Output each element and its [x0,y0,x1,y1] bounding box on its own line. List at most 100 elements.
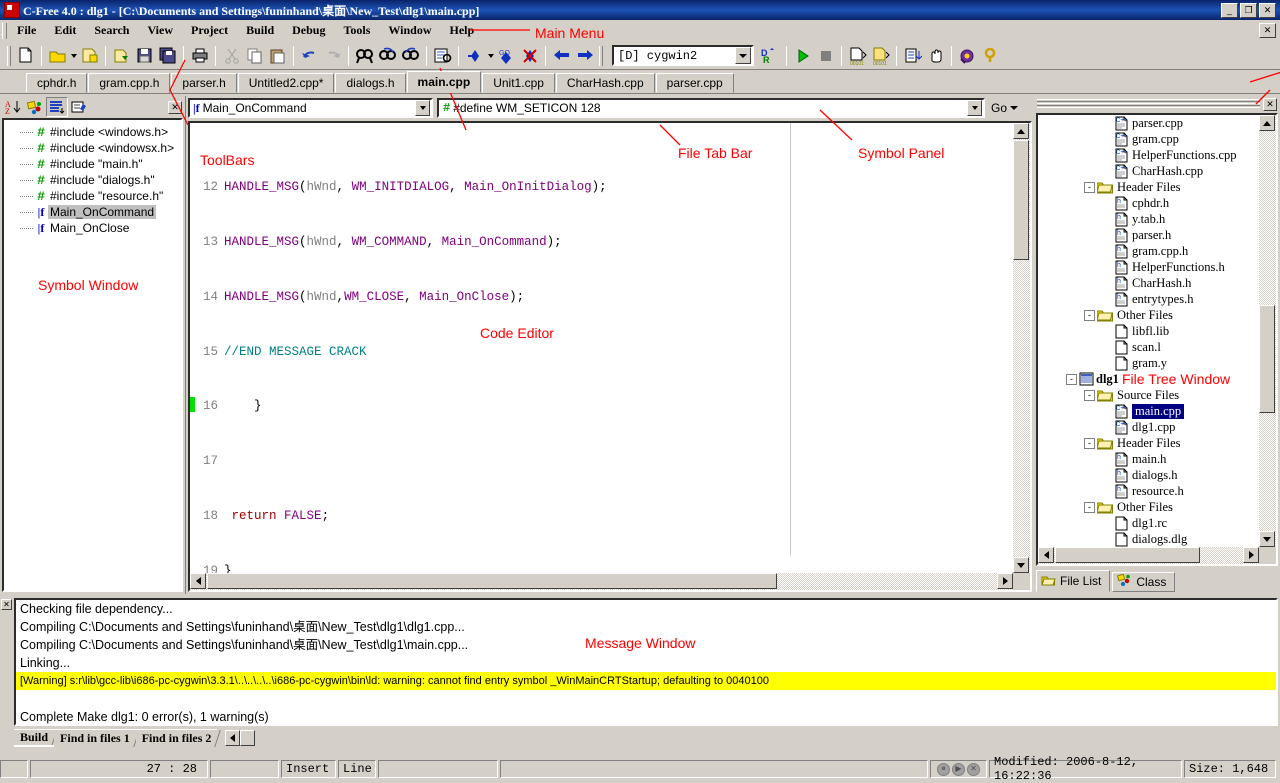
symbol-select[interactable]: # #define WM_SETICON 128 [437,98,985,118]
hand-icon[interactable] [924,45,947,67]
bookmark-icon[interactable] [463,45,486,67]
file-tree-pane[interactable]: C++parser.cppC++gram.cppC++HelperFunctio… [1036,113,1278,566]
open-file-icon[interactable] [46,45,69,67]
tree-node[interactable]: hCharHash.h [1038,275,1259,291]
tree-node[interactable]: hresource.h [1038,483,1259,499]
redo-icon[interactable] [321,45,344,67]
file-tree-list[interactable]: C++parser.cppC++gram.cppC++HelperFunctio… [1038,115,1259,547]
symbol-select-arrow[interactable] [967,100,982,116]
bookmark-dropdown-arrow-icon[interactable] [486,45,495,67]
scroll-left-button[interactable] [1038,547,1054,563]
tree-collapse-toggle[interactable]: - [1084,502,1095,513]
save-project-icon[interactable] [110,45,133,67]
tree-collapse-toggle[interactable]: - [1084,182,1095,193]
tree-node[interactable]: C++gram.cpp [1038,131,1259,147]
scroll-down-button[interactable] [1259,531,1275,547]
menu-search[interactable]: Search [85,20,138,41]
file-tab-cphdr-h[interactable]: cphdr.h [26,73,87,93]
message-window-close-button[interactable]: ✕ [1,599,12,610]
scroll-down-button[interactable] [1013,557,1029,573]
run-icon[interactable] [791,45,814,67]
undo-icon[interactable] [298,45,321,67]
compile-icon[interactable]: 00101 [846,45,869,67]
new-file-icon[interactable] [14,45,37,67]
tree-node[interactable]: hcphdr.h [1038,195,1259,211]
file-tab-unit1-cpp[interactable]: Unit1.cpp [482,73,555,93]
menu-debug[interactable]: Debug [283,20,334,41]
tree-node[interactable]: C++dlg1.cpp [1038,419,1259,435]
menu-view[interactable]: View [138,20,182,41]
find-prev-icon[interactable] [399,45,422,67]
symbol-item-main-oncommand[interactable]: |f Main_OnCommand [4,204,181,220]
tree-collapse-toggle[interactable]: - [1084,438,1095,449]
tree-node[interactable]: hparser.h [1038,227,1259,243]
file-tab-dialogs-h[interactable]: dialogs.h [335,73,405,93]
stop-icon[interactable] [814,45,837,67]
go-button[interactable]: Go [988,98,1021,118]
scope-select-arrow[interactable] [415,100,430,116]
file-tab-untitled2-cpp[interactable]: Untitled2.cpp* [238,73,335,93]
tab-build[interactable]: Build [14,729,54,747]
editor-vertical-scrollbar[interactable] [1013,123,1030,573]
tree-node[interactable]: gram.y [1038,355,1259,371]
open-dropdown-arrow-icon[interactable] [69,45,78,67]
message-tab-scroll-left[interactable] [225,730,240,746]
scroll-thumb[interactable] [1013,140,1029,260]
tree-node[interactable]: scan.l [1038,339,1259,355]
outline-view-icon[interactable] [46,97,68,117]
menu-window[interactable]: Window [379,20,440,41]
tree-node[interactable]: dlg1.rc [1038,515,1259,531]
save-icon[interactable] [133,45,156,67]
tree-node[interactable]: hgram.cpp.h [1038,243,1259,259]
minimize-button[interactable]: _ [1221,3,1238,18]
tab-file-list[interactable]: File List [1036,570,1110,592]
toolbar-grip-2[interactable] [599,46,603,66]
toolbar-grip-1[interactable] [7,46,11,66]
symbol-item-include-windows-h[interactable]: # #include <windows.h> [4,124,181,140]
menu-edit[interactable]: Edit [45,20,85,41]
symbol-item-include-windowsx-h[interactable]: # #include <windowsx.h> [4,140,181,156]
scroll-right-button[interactable] [997,573,1013,589]
file-tree-grip[interactable] [1037,99,1260,109]
editor-horizontal-scrollbar[interactable] [190,573,1013,590]
tree-node[interactable]: hdialogs.h [1038,467,1259,483]
symbol-item-include-dialogs-h[interactable]: # #include "dialogs.h" [4,172,181,188]
tree-node[interactable]: libfl.lib [1038,323,1259,339]
menu-tools[interactable]: Tools [334,20,379,41]
compiler-select[interactable]: [D] cygwin2 [612,45,754,66]
tree-node[interactable]: -Other Files [1038,499,1259,515]
new-project-icon[interactable] [78,45,101,67]
tree-vertical-scrollbar[interactable] [1259,115,1276,547]
scroll-up-button[interactable] [1013,123,1029,139]
forward-icon[interactable] [573,45,596,67]
file-tab-charhash-cpp[interactable]: CharHash.cpp [556,73,655,93]
message-tab-scroll-right[interactable] [240,730,255,746]
back-icon[interactable] [550,45,573,67]
tree-node[interactable]: C++HelperFunctions.cpp [1038,147,1259,163]
scroll-thumb[interactable] [207,573,777,589]
maximize-button[interactable]: ❐ [1240,3,1257,18]
compiler-select-arrow[interactable] [735,47,751,64]
scope-select[interactable]: |f Main_OnCommand [188,98,433,118]
goto-line-icon[interactable] [901,45,924,67]
sort-az-icon[interactable]: AZ [2,97,24,117]
goto-bookmark-icon[interactable]: GO [495,45,518,67]
print-icon[interactable] [188,45,211,67]
menu-help[interactable]: Help [441,20,484,41]
cut-icon[interactable] [220,45,243,67]
menu-file[interactable]: File [8,20,45,41]
find-icon[interactable] [353,45,376,67]
code-editor[interactable]: 12HANDLE_MSG(hWnd, WM_INITDIALOG, Main_O… [188,121,1032,592]
tree-node[interactable]: hentrytypes.h [1038,291,1259,307]
scroll-up-button[interactable] [1259,115,1275,131]
tab-class[interactable]: Class [1112,572,1175,592]
file-tree-close-button[interactable]: ✕ [1263,98,1277,111]
clear-bookmarks-icon[interactable] [518,45,541,67]
tree-node[interactable]: C++main.cpp [1038,403,1259,419]
refresh-symbols-icon[interactable] [68,97,90,117]
tree-horizontal-scrollbar[interactable] [1038,547,1259,564]
save-all-icon[interactable] [156,45,179,67]
tree-node[interactable]: -Source Files [1038,387,1259,403]
scroll-thumb[interactable] [1055,547,1200,563]
tree-collapse-toggle[interactable]: - [1084,310,1095,321]
